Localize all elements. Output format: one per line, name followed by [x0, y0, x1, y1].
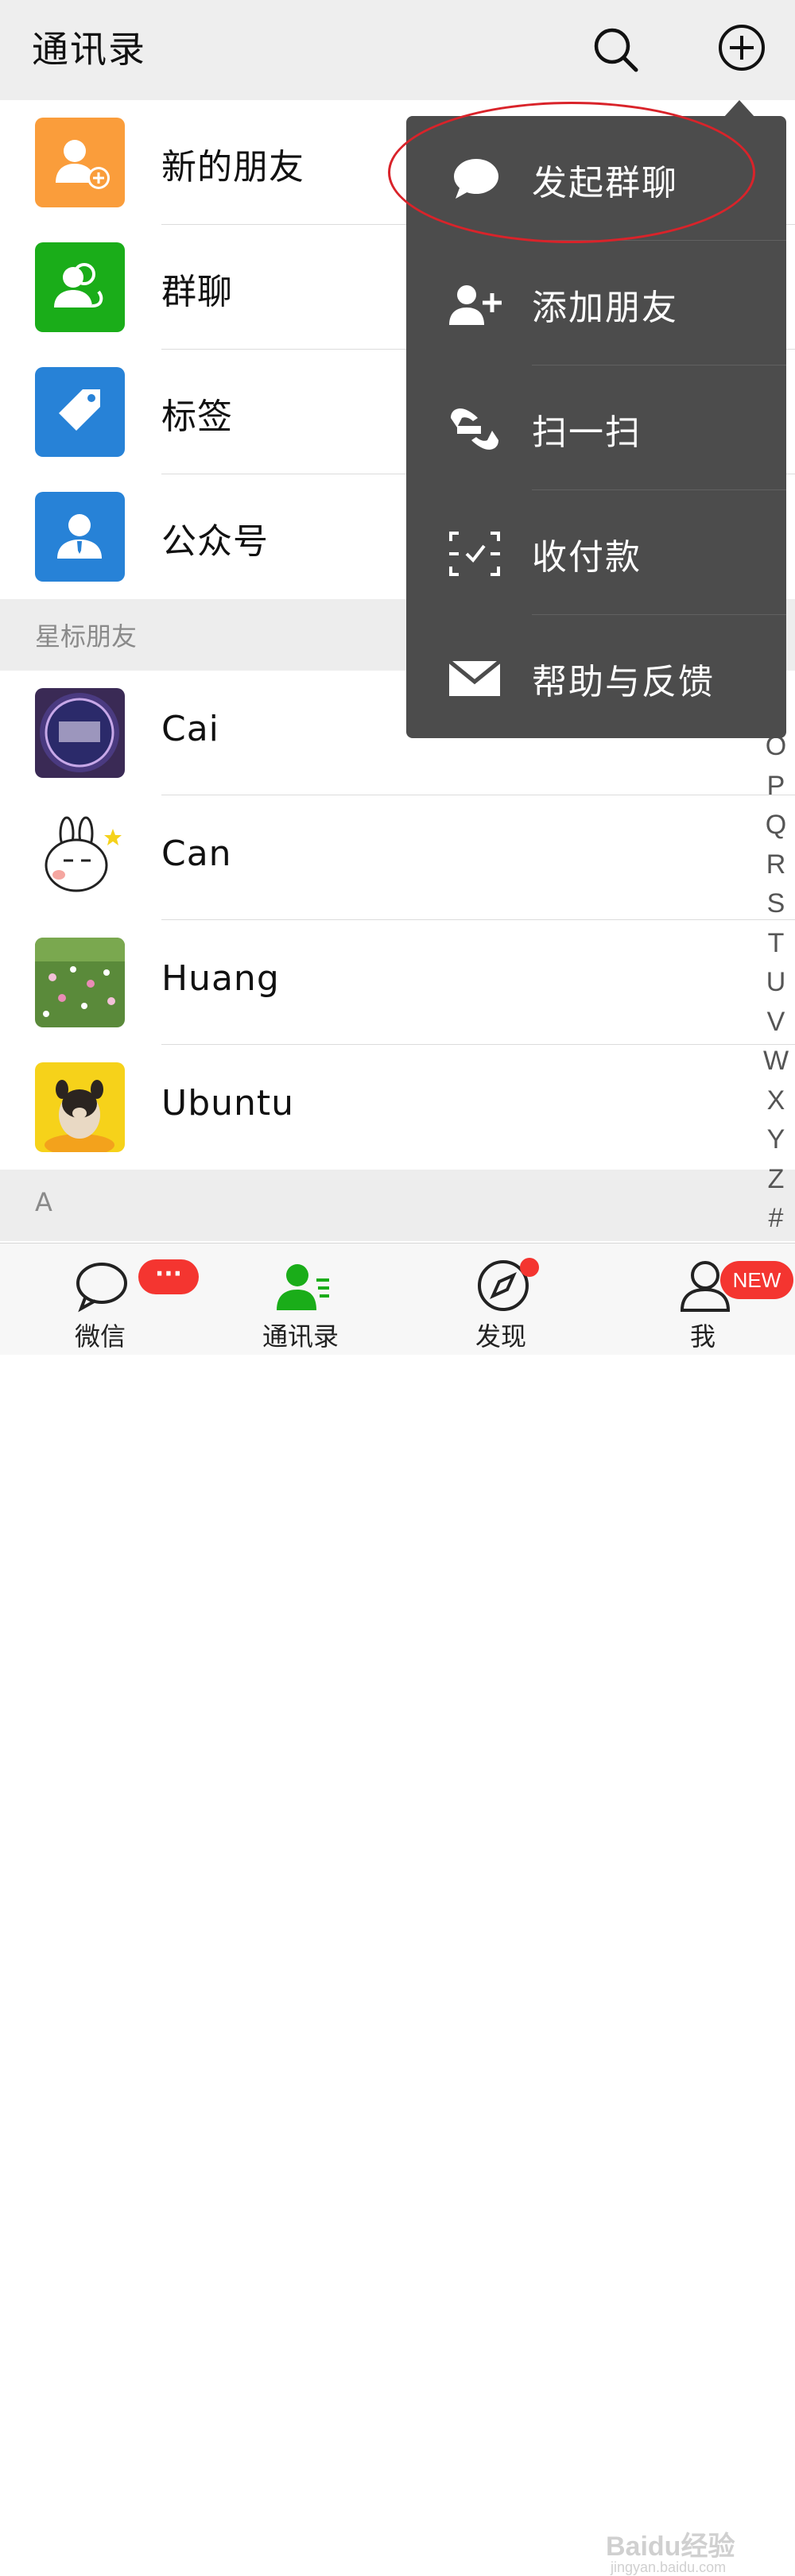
tags-label: 标签 [161, 396, 233, 437]
index-letter[interactable]: # [762, 1199, 790, 1239]
section-title: A [35, 1187, 52, 1217]
contact-row[interactable]: Can [0, 795, 795, 920]
highlight-annotation [388, 102, 755, 243]
tab-label: 通讯录 [262, 1321, 339, 1352]
new-dot-badge [520, 1258, 539, 1277]
page-title: 通讯录 [32, 28, 146, 71]
index-letter[interactable]: Z [762, 1160, 790, 1200]
alphabet-index-bar[interactable]: O P Q R S T U V W X Y Z # [762, 727, 790, 1239]
tab-me[interactable]: 我 [623, 1244, 782, 1355]
huang-avatar [35, 938, 125, 1027]
scan-icon [446, 400, 503, 458]
new-badge: NEW [720, 1261, 793, 1299]
add-friend-icon [35, 118, 125, 207]
menu-item-payments[interactable]: 收付款 [406, 490, 786, 615]
index-letter[interactable]: W [762, 1042, 790, 1081]
tag-icon [35, 367, 125, 457]
ubuntu-avatar [35, 1062, 125, 1152]
index-letter[interactable]: Y [762, 1120, 790, 1160]
tab-label: 发现 [475, 1321, 526, 1352]
new-friends-label: 新的朋友 [161, 147, 304, 188]
section-header-a: A [0, 1170, 795, 1241]
tab-chats[interactable]: ··· 微信 [21, 1244, 199, 1355]
official-account-icon [35, 492, 125, 582]
menu-item-add-friends[interactable]: 添加朋友 [406, 241, 786, 366]
unread-badge: ··· [138, 1259, 199, 1294]
chat-icon [75, 1258, 130, 1313]
tab-contacts[interactable]: 通讯录 [221, 1244, 380, 1355]
cai-avatar [35, 688, 125, 778]
contact-name: Ubuntu [161, 1083, 295, 1124]
tab-label: 我 [689, 1321, 716, 1352]
index-letter[interactable]: Q [762, 806, 790, 845]
index-letter[interactable]: V [762, 1003, 790, 1042]
contact-row[interactable]: Huang [0, 920, 795, 1045]
add-friend-icon [446, 276, 503, 333]
contact-name: Cai [161, 709, 219, 749]
popup-arrow [723, 100, 755, 118]
search-icon[interactable] [588, 22, 644, 78]
contact-row[interactable]: Ubuntu [0, 1045, 795, 1170]
bottom-tab-bar: ··· 微信 通讯录 发现 我 Baidu经验 jingyan.baidu.co… [0, 1243, 795, 2575]
index-letter[interactable]: X [762, 1081, 790, 1121]
menu-label: 添加朋友 [532, 288, 678, 328]
watermark-url: jingyan.baidu.com [611, 2559, 727, 2575]
group-icon [35, 242, 125, 332]
payment-icon [446, 525, 503, 582]
add-circle-icon[interactable] [714, 22, 770, 78]
tab-discover[interactable]: 发现 [421, 1244, 580, 1355]
can-avatar [35, 813, 125, 903]
contacts-icon [275, 1258, 331, 1313]
index-letter[interactable]: U [762, 963, 790, 1003]
section-title: 星标朋友 [35, 621, 138, 652]
contact-name: Can [161, 834, 232, 874]
watermark-brand: Baidu经验 [606, 2532, 735, 2562]
group-chats-label: 群聊 [161, 272, 233, 312]
contact-name: Huang [161, 958, 280, 999]
index-letter[interactable]: P [762, 767, 790, 806]
official-accounts-label: 公众号 [161, 521, 269, 562]
menu-item-help-feedback[interactable]: 帮助与反馈 [406, 615, 786, 740]
index-letter[interactable]: T [762, 924, 790, 964]
menu-label: 收付款 [532, 537, 642, 578]
menu-item-scan[interactable]: 扫一扫 [406, 366, 786, 490]
mail-icon [446, 650, 503, 707]
index-letter[interactable]: R [762, 845, 790, 885]
menu-label: 帮助与反馈 [532, 662, 715, 702]
tab-label: 微信 [74, 1321, 126, 1352]
menu-label: 扫一扫 [532, 412, 642, 453]
index-letter[interactable]: S [762, 884, 790, 924]
top-bar: 通讯录 [0, 0, 795, 100]
